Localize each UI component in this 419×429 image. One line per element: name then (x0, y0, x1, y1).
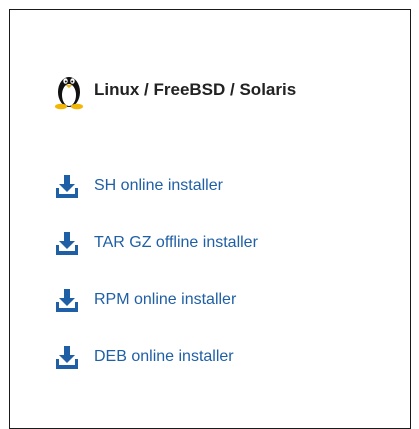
download-list: SH online installer TAR GZ offline insta… (54, 157, 258, 385)
section-title: Linux / FreeBSD / Solaris (94, 80, 297, 99)
download-icon (56, 345, 78, 369)
download-link-deb[interactable]: DEB online installer (54, 328, 258, 385)
download-label: SH online installer (94, 176, 223, 194)
download-link-tar-gz[interactable]: TAR GZ offline installer (54, 214, 258, 271)
download-link-sh[interactable]: SH online installer (54, 157, 258, 214)
download-icon (56, 174, 78, 198)
download-icon (56, 288, 78, 312)
download-label: RPM online installer (94, 290, 237, 308)
download-link-rpm[interactable]: RPM online installer (54, 271, 258, 328)
tux-penguin-icon (55, 77, 83, 110)
download-label: TAR GZ offline installer (94, 233, 258, 251)
download-label: DEB online installer (94, 347, 234, 365)
download-icon (56, 231, 78, 255)
section-heading: Linux / FreeBSD / Solaris (52, 72, 297, 110)
linux-downloads-card: Linux / FreeBSD / Solaris SH online inst… (9, 9, 411, 429)
